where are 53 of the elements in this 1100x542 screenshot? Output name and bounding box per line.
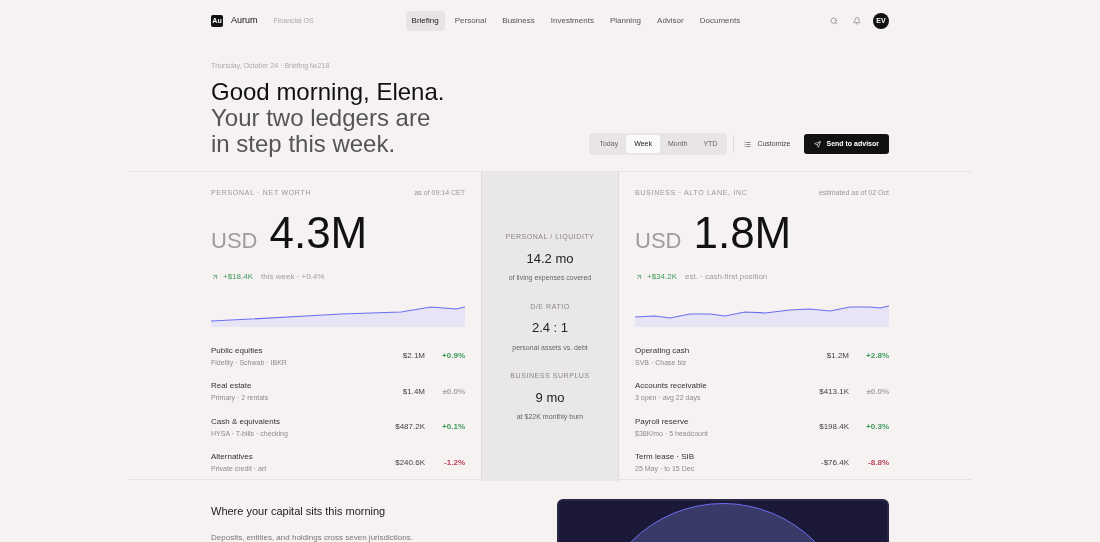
nav-tab[interactable]: Planning <box>603 11 648 31</box>
holding-name: Real estate <box>211 380 253 392</box>
delta-note: est. · cash-first position <box>685 270 768 283</box>
holding-value: -$76.4K <box>819 456 849 469</box>
nav-tab[interactable]: Business <box>496 11 541 31</box>
holding-change: -1.2% <box>443 456 465 469</box>
currency-label: USD <box>211 229 258 252</box>
trend-up-icon <box>635 272 643 281</box>
balance-amount: 4.3M <box>269 210 368 255</box>
greeting-heading: Good morning, Elena. <box>211 79 446 105</box>
nav-tab[interactable]: Briefing <box>405 11 445 31</box>
delta-note: this week · +0.4% <box>261 270 325 283</box>
holding-name: Cash & equivalents <box>211 415 281 428</box>
send-icon <box>814 140 822 148</box>
subtitle-heading: Your two ledgers are in step this week. <box>211 105 432 157</box>
holding-name: Public equities <box>211 344 264 357</box>
currency-label: USD <box>635 229 682 252</box>
metric-value: 9 mo <box>535 388 565 407</box>
holding-change: ±0.0% <box>865 385 889 398</box>
holding-value: $198.4K <box>818 421 849 434</box>
nav-tab[interactable]: Documents <box>693 11 747 31</box>
balance-delta: +$34.2K <box>647 270 678 283</box>
search-icon[interactable] <box>830 17 838 25</box>
holding-name: Alternatives <box>211 451 254 463</box>
nav-tab[interactable]: Investments <box>544 11 600 31</box>
holding-change: +0.3% <box>865 421 889 434</box>
holding-name: Term lease · SIB <box>635 451 696 463</box>
holding-name: Operating cash <box>635 344 691 357</box>
balance-delta: +$18.4K <box>223 270 254 283</box>
brand-name: Aurum <box>231 14 258 28</box>
metric-value: 14.2 mo <box>526 249 574 268</box>
holding-name: Accounts receivable <box>635 380 708 392</box>
holding-change: +0.1% <box>441 421 465 434</box>
holding-value: $2.1M <box>401 350 425 363</box>
holding-change: -8.8% <box>867 456 889 469</box>
trend-up-icon <box>211 272 219 281</box>
holding-value: $413.1K <box>818 385 849 398</box>
holding-change: +0.9% <box>441 350 465 363</box>
nav-tab[interactable]: Personal <box>448 11 493 31</box>
list-icon <box>744 140 752 148</box>
section-title: Where your capital sits this morning <box>211 504 387 519</box>
holding-value: $1.2M <box>825 350 849 363</box>
holding-change: +2.8% <box>865 350 889 363</box>
holding-name: Payroll reserve <box>635 415 690 428</box>
notifications-icon[interactable] <box>853 17 861 25</box>
holding-value: $240.6K <box>394 456 425 469</box>
section-description: Deposits, entities, and holdings cross seven jurisdictions. <box>211 531 413 542</box>
balance-amount: 1.8M <box>693 210 792 255</box>
holding-change: ±0.0% <box>441 385 465 398</box>
holding-value: $1.4M <box>401 385 425 398</box>
metric-value: 2.4 : 1 <box>531 319 569 337</box>
holding-value: $487.2K <box>394 421 425 434</box>
nav-tab[interactable]: Advisor <box>651 11 690 31</box>
